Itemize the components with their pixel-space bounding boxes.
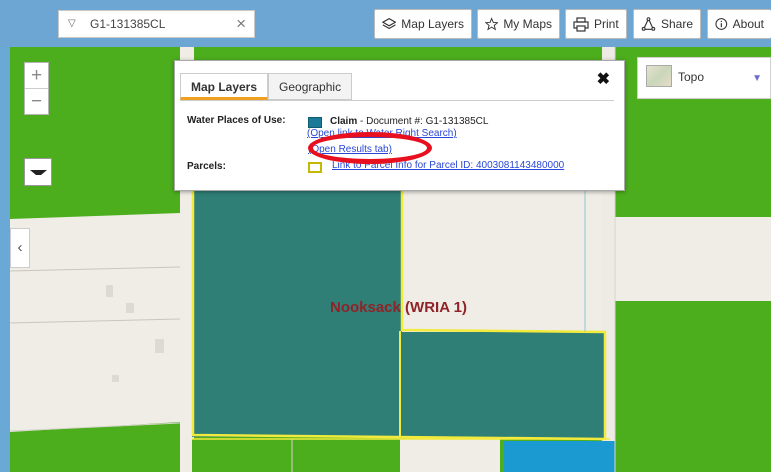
parcel-swatch	[308, 162, 322, 173]
share-label: Share	[660, 17, 693, 31]
top-toolbar: ▽ G1-131385CL × Map Layers My Maps Print…	[0, 0, 771, 47]
printer-icon	[573, 16, 589, 32]
chevron-left-icon: ‹	[17, 239, 23, 256]
share-icon	[641, 17, 656, 31]
map-layers-label: Map Layers	[401, 17, 464, 31]
print-label: Print	[594, 17, 619, 31]
popup-tabs: Map Layers Geographic	[180, 73, 353, 100]
star-icon	[485, 17, 499, 31]
about-button[interactable]: About	[707, 9, 771, 39]
basemap-selector[interactable]: Topo ▼	[637, 57, 771, 99]
share-button[interactable]: Share	[633, 9, 701, 39]
zoom-control: + −	[24, 62, 49, 115]
my-maps-label: My Maps	[503, 17, 552, 31]
pen-tool-icon	[30, 170, 47, 175]
claim-swatch	[308, 117, 322, 128]
layers-icon	[382, 17, 397, 30]
clear-search-icon[interactable]: ×	[236, 14, 246, 34]
info-icon	[715, 18, 728, 30]
annotation-ellipse	[308, 132, 432, 164]
identify-popup: Map Layers Geographic ✖ Water Places of …	[174, 60, 625, 191]
map-layers-button[interactable]: Map Layers	[374, 9, 472, 39]
search-input[interactable]: ▽ G1-131385CL ×	[58, 10, 255, 38]
topo-thumbnail	[646, 65, 672, 87]
claim-text: Claim - Document #: G1-131385CL	[330, 116, 488, 127]
measure-tool-button[interactable]	[24, 158, 52, 186]
zoom-out-button[interactable]: −	[25, 89, 48, 115]
search-value: G1-131385CL	[90, 17, 166, 31]
region-label: Nooksack (WRIA 1)	[330, 299, 467, 316]
basemap-label: Topo	[678, 70, 705, 84]
tab-geographic[interactable]: Geographic	[268, 73, 353, 100]
side-panel-toggle[interactable]: ‹	[10, 228, 30, 268]
close-icon[interactable]: ✖	[597, 69, 610, 89]
water-places-label: Water Places of Use:	[187, 115, 286, 126]
about-label: About	[732, 17, 764, 31]
zoom-in-button[interactable]: +	[25, 63, 48, 89]
claim-type: Claim	[330, 116, 358, 127]
chevron-down-icon: ▼	[752, 73, 762, 84]
claim-document: - Document #: G1-131385CL	[357, 116, 489, 127]
my-maps-button[interactable]: My Maps	[477, 9, 560, 39]
print-button[interactable]: Print	[565, 9, 627, 39]
tab-divider	[180, 100, 614, 101]
parcels-label: Parcels:	[187, 161, 226, 172]
tab-map-layers[interactable]: Map Layers	[180, 73, 269, 100]
dropdown-triangle-icon[interactable]: ▽	[68, 18, 76, 29]
